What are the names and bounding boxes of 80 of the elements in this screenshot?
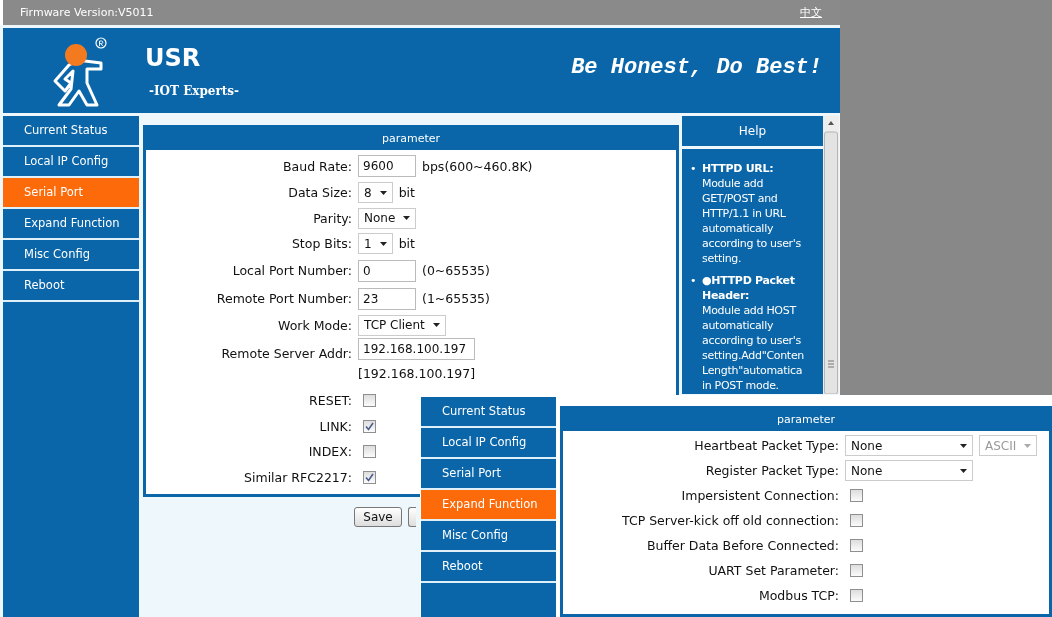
field-label: Remote Server Addr: [220,346,352,361]
help-text: automatically [702,318,775,333]
field-label: Baud Rate: [282,158,352,174]
tagline: -IOT Experts- [149,83,240,98]
caret-icon [960,443,967,448]
range-hint: (0~65535) [422,263,490,278]
caret-icon [403,216,411,221]
firmware-version: Firmware Version:V5011 [20,6,154,19]
field-label: Impersistent Connection: [680,488,839,503]
dropdown[interactable]: None [358,207,417,229]
dropdown[interactable]: 8 [358,182,393,204]
field-label: Register Packet Type: [704,463,839,478]
bullet: • [690,273,697,289]
partial-button[interactable] [407,507,416,527]
text-field[interactable]: 192.168.100.197 [358,338,475,360]
caret-icon [379,190,387,195]
field-label: Similar RFC2217: [243,469,352,485]
text-field[interactable]: 23 [358,287,416,310]
language-link[interactable]: 中文 [800,5,822,20]
caret-icon [960,468,967,473]
checkbox[interactable] [363,419,376,433]
field-label: LINK: [318,418,352,434]
slogan: Be Honest, Do Best! [571,55,822,80]
unit-label: bit [398,236,415,252]
field-label: RESET: [308,393,352,409]
text-field[interactable]: 0 [358,259,416,282]
help-text: according to user's [702,236,801,251]
checkbox[interactable] [850,564,863,577]
checkbox[interactable] [850,489,863,502]
text-field[interactable]: 9600 [358,155,416,177]
dropdown[interactable]: None [845,460,973,481]
dropdown[interactable]: None [845,435,973,456]
panel-title: parameter [560,406,1052,431]
caret-icon [1024,443,1032,448]
brand-name: USR [145,43,202,72]
field-label: Parity: [312,210,352,226]
panel-title: parameter [143,125,679,150]
help-text: setting.Add"Conten [702,348,805,363]
resolved-address: [192.168.100.197] [358,366,477,381]
field-label: Stop Bits: [290,236,352,252]
checkbox[interactable] [363,470,376,484]
help-text: automatically [702,221,775,236]
caret-icon [379,241,387,246]
caret-icon [432,323,440,328]
checkbox[interactable] [850,589,863,602]
checkbox[interactable] [363,394,376,408]
help-title: Help [682,116,823,146]
field-label: Data Size: [287,185,352,201]
field-label: INDEX: [307,444,352,460]
checkbox[interactable] [850,539,863,552]
dropdown[interactable]: TCP Client [358,314,446,336]
field-label: UART Set Parameter: [707,563,839,578]
dropdown[interactable]: 1 [358,233,393,255]
field-label: Modbus TCP: [757,588,839,603]
help-text: in POST mode. [702,378,780,393]
help-text: GET/POST and [702,191,779,206]
help-heading: Header: [702,288,751,303]
bullet: • [690,161,697,177]
checkbox[interactable] [850,514,863,527]
help-text: according to user's [702,333,802,348]
field-label: Remote Port Number: [215,291,352,306]
help-text: Length"automatica [702,363,804,378]
scrollbar[interactable] [823,116,839,394]
field-label: Work Mode: [277,317,352,333]
help-heading: HTTPD URL: [702,161,775,176]
checkbox[interactable] [363,445,376,459]
help-text: HTTP/1.1 in URL [702,206,787,221]
help-text: setting. [702,251,743,266]
range-hint: (1~65535) [422,291,490,306]
range-hint: bps(600~460.8K) [422,158,533,174]
dropdown: ASCII [979,435,1038,456]
save-button[interactable]: Save [354,507,402,527]
help-heading: ●HTTPD Packet [702,273,796,288]
help-text: Module add [702,176,765,191]
unit-label: bit [398,185,415,201]
help-text: Module add HOST [702,303,798,318]
field-label: Buffer Data Before Connected: [645,538,839,553]
field-label: Heartbeat Packet Type: [693,438,839,453]
field-label: Local Port Number: [231,263,352,278]
field-label: TCP Server-kick off old connection: [621,513,839,528]
